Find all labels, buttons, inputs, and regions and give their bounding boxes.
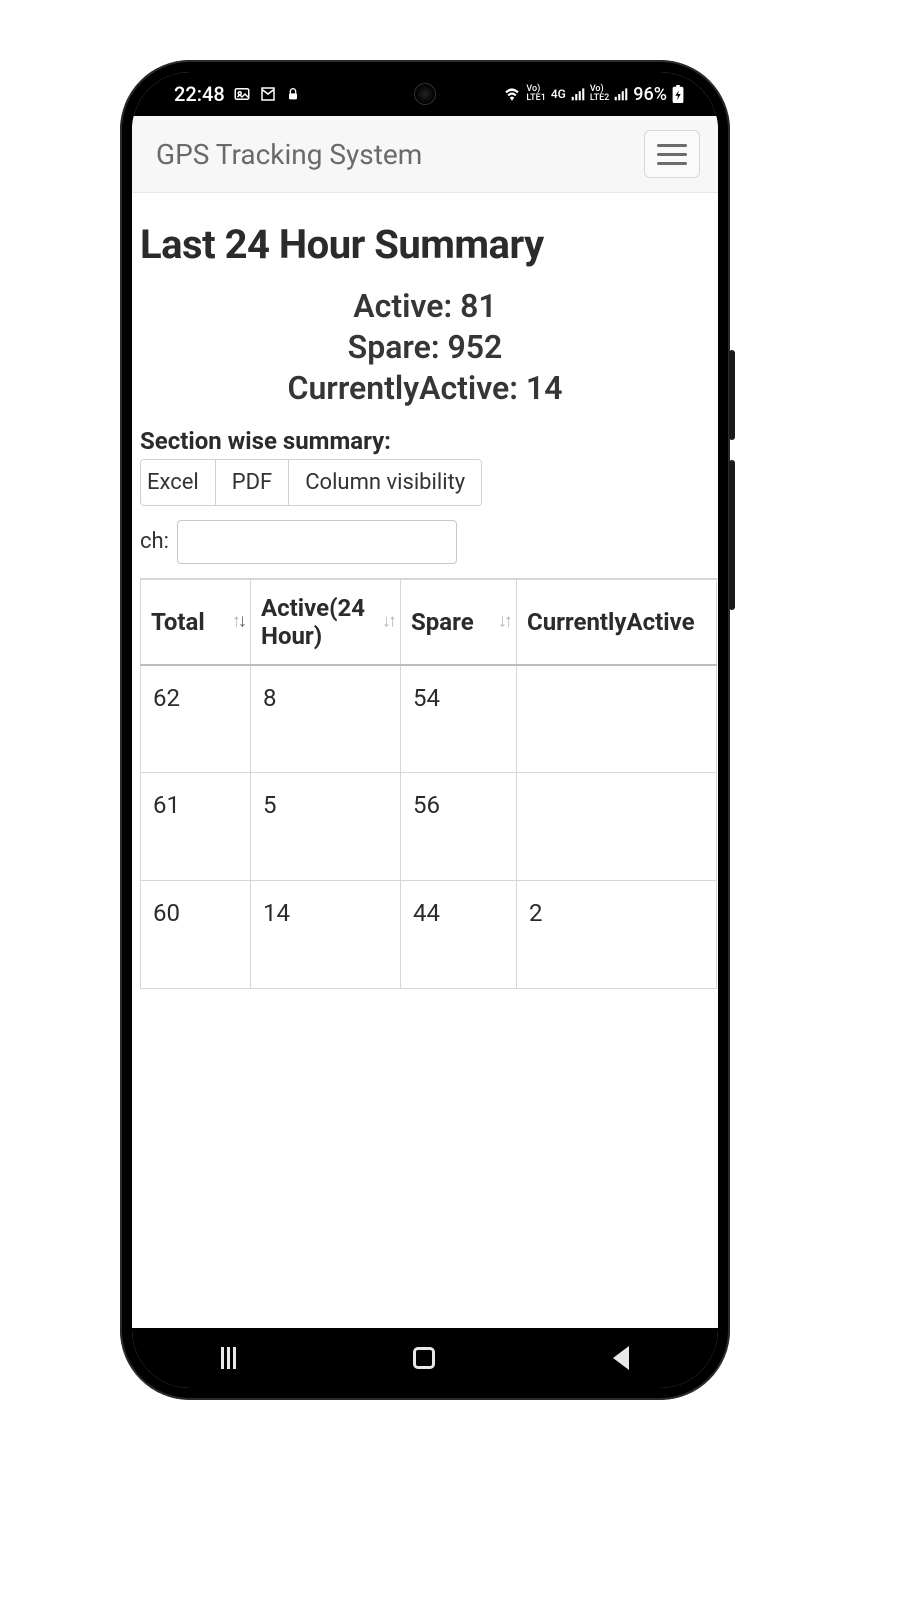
cell-current — [517, 773, 717, 881]
table-header-row: Total ↑↓ Active(24 Hour) ↓↑ Spare ↓↑ — [141, 579, 717, 665]
table-row[interactable]: 62 8 54 — [141, 665, 717, 773]
mail-icon — [259, 85, 277, 103]
lte2-icon: Vo)LTE2 — [590, 85, 609, 103]
summary-stats: Active: 81 Spare: 952 CurrentlyActive: 1… — [132, 286, 718, 409]
app-header: GPS Tracking System — [132, 116, 718, 193]
cell-current — [517, 665, 717, 773]
export-excel-button[interactable]: Excel — [141, 460, 216, 505]
status-battery: 96% — [633, 84, 667, 105]
table-row[interactable]: 60 14 44 2 — [141, 881, 717, 989]
wifi-icon — [503, 87, 521, 101]
battery-charging-icon — [672, 85, 684, 103]
table-wrapper[interactable]: Total ↑↓ Active(24 Hour) ↓↑ Spare ↓↑ — [140, 578, 718, 990]
nav-home-button[interactable] — [413, 1347, 435, 1369]
table-toolbar: Excel PDF Column visibility — [140, 459, 482, 506]
col-header-active24[interactable]: Active(24 Hour) ↓↑ — [251, 579, 401, 665]
search-input[interactable] — [177, 520, 457, 564]
cell-spare: 44 — [401, 881, 517, 989]
cell-total: 62 — [141, 665, 251, 773]
sort-icon: ↓↑ — [382, 616, 394, 629]
cell-spare: 56 — [401, 773, 517, 881]
column-visibility-button[interactable]: Column visibility — [289, 460, 481, 505]
lock-icon — [285, 85, 301, 103]
col-header-total[interactable]: Total ↑↓ — [141, 579, 251, 665]
picture-icon — [233, 85, 251, 103]
nav-recent-button[interactable] — [221, 1347, 236, 1369]
table-row[interactable]: 61 5 56 — [141, 773, 717, 881]
status-bar: 22:48 Vo)LTE1 4G — [132, 72, 718, 116]
stat-active: Active: 81 — [132, 286, 718, 327]
phone-side-button — [729, 350, 735, 440]
stat-spare: Spare: 952 — [132, 327, 718, 368]
menu-button[interactable] — [644, 130, 700, 178]
nav-back-button[interactable] — [613, 1346, 629, 1370]
cell-current: 2 — [517, 881, 717, 989]
col-header-spare[interactable]: Spare ↓↑ — [401, 579, 517, 665]
lte1-icon: Vo)LTE1 — [526, 85, 545, 103]
col-header-currently-active[interactable]: CurrentlyActive — [517, 579, 717, 665]
android-nav-bar — [132, 1328, 718, 1388]
cell-total: 60 — [141, 881, 251, 989]
content-area: Last 24 Hour Summary Active: 81 Spare: 9… — [132, 193, 718, 1328]
search-row: ch: — [132, 506, 718, 578]
cell-spare: 54 — [401, 665, 517, 773]
section-label: Section wise summary: — [132, 427, 718, 459]
summary-table: Total ↑↓ Active(24 Hour) ↓↑ Spare ↓↑ — [140, 579, 717, 990]
phone-frame: 22:48 Vo)LTE1 4G — [120, 60, 730, 1400]
cell-active24: 5 — [251, 773, 401, 881]
phone-side-button — [729, 460, 735, 610]
cell-total: 61 — [141, 773, 251, 881]
status-time: 22:48 — [174, 82, 225, 106]
stat-currently-active: CurrentlyActive: 14 — [132, 368, 718, 409]
signal2-icon — [614, 87, 628, 101]
search-label: ch: — [140, 529, 169, 554]
app-title: GPS Tracking System — [156, 138, 422, 171]
cell-active24: 8 — [251, 665, 401, 773]
sort-desc-icon: ↑↓ — [232, 616, 244, 629]
cell-active24: 14 — [251, 881, 401, 989]
front-camera — [414, 83, 436, 105]
sort-icon: ↓↑ — [498, 616, 510, 629]
signal1-icon — [571, 87, 585, 101]
page-title: Last 24 Hour Summary — [132, 221, 718, 286]
export-pdf-button[interactable]: PDF — [216, 460, 289, 505]
network1-4g-label: 4G — [551, 87, 566, 101]
